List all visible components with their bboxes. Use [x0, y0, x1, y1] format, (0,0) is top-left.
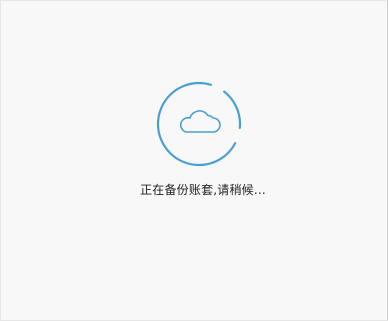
- cloud-icon: [179, 110, 221, 133]
- progress-ring-icon: [156, 81, 242, 167]
- backup-progress-dialog: 正在备份账套,请稍候...: [0, 0, 388, 321]
- backup-status-text: 正在备份账套,请稍候...: [140, 183, 266, 197]
